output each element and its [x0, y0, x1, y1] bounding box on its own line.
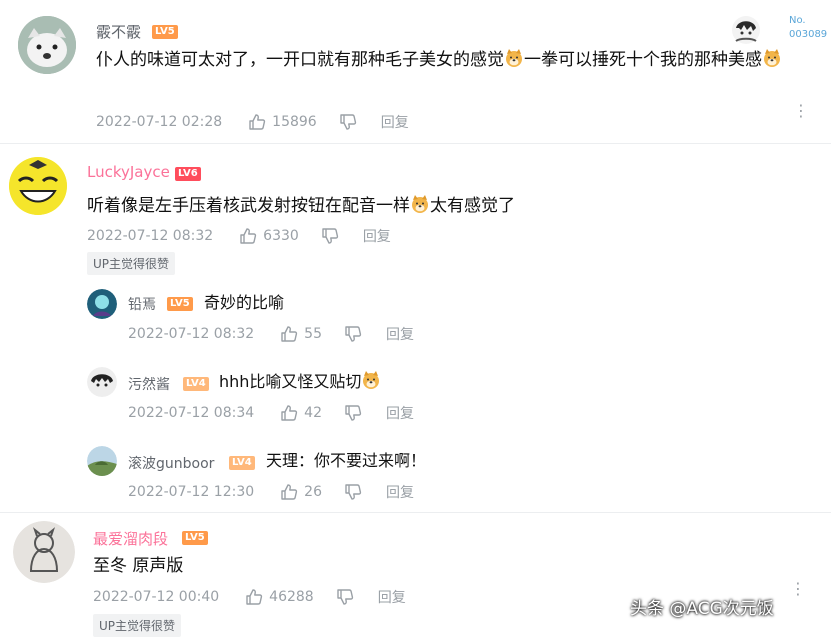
thumbs-down-icon — [344, 483, 362, 501]
thumbs-up-icon — [239, 227, 257, 245]
level-badge: LV4 — [183, 377, 209, 391]
watermark: 头条 @ACG次元饭 — [630, 599, 774, 619]
comment-text: 仆人的味道可太对了，一开口就有那种毛子美女的感觉 一拳可以捶死十个我的那种美感 — [96, 46, 811, 74]
comment-text: 天理：你不要过来啊！ — [266, 451, 427, 470]
dislike-button[interactable] — [321, 227, 339, 245]
avatar[interactable] — [87, 289, 117, 319]
comment-text-part: 太有感觉了 — [430, 196, 515, 216]
like-count: 6330 — [263, 228, 299, 244]
avatar[interactable] — [87, 446, 117, 476]
thumbs-down-icon — [321, 227, 339, 245]
dislike-button[interactable] — [344, 404, 362, 422]
comment-text: hhh比喻又怪又贴切 — [219, 368, 381, 396]
thumbs-down-icon — [344, 404, 362, 422]
thumbs-up-icon — [248, 113, 266, 131]
dislike-button[interactable] — [336, 588, 354, 606]
comment-meta: 2022-07-12 12:30 26 回复 — [128, 482, 414, 502]
like-button[interactable]: 46288 — [245, 588, 314, 606]
comment-text-part: 仆人的味道可太对了，一开口就有那种毛子美女的感觉 — [96, 50, 504, 70]
comment-meta: 2022-07-12 02:28 15896 回复 — [96, 112, 409, 132]
like-button[interactable]: 15896 — [248, 113, 317, 131]
doge-emoji-icon — [361, 370, 381, 390]
thumbs-down-icon — [336, 588, 354, 606]
thumbs-up-icon — [280, 325, 298, 343]
reply-button[interactable]: 回复 — [386, 403, 414, 423]
reply-button[interactable]: 回复 — [381, 112, 409, 132]
username[interactable]: 最爱溜肉段 — [93, 528, 168, 549]
up-liked-badge: UP主觉得很赞 — [93, 614, 182, 637]
reply-button[interactable]: 回复 — [378, 587, 406, 607]
dislike-button[interactable] — [344, 483, 362, 501]
timestamp: 2022-07-12 12:30 — [128, 484, 255, 500]
comment-meta: 2022-07-12 00:40 46288 回复 — [93, 587, 406, 607]
thumbs-down-icon — [339, 113, 357, 131]
avatar[interactable] — [13, 521, 75, 583]
username[interactable]: 霰不霰 — [96, 21, 141, 42]
comment-text-part: 听着像是左手压着核武发射按钮在配音一样 — [87, 196, 410, 216]
thumbs-up-icon — [280, 483, 298, 501]
comment-text: 至冬 原声版 — [93, 556, 184, 576]
like-count: 42 — [304, 405, 322, 421]
comment-text-part: hhh比喻又怪又贴切 — [219, 372, 362, 391]
like-count: 15896 — [272, 114, 317, 130]
reply-button[interactable]: 回复 — [386, 482, 414, 502]
avatar[interactable] — [18, 16, 76, 74]
thumbs-up-icon — [245, 588, 263, 606]
reply-button[interactable]: 回复 — [386, 324, 414, 344]
avatar[interactable] — [87, 367, 117, 397]
username[interactable]: 污然酱 — [128, 374, 170, 394]
comment-meta: 2022-07-12 08:32 6330 回复 — [87, 226, 391, 246]
timestamp: 2022-07-12 08:32 — [87, 228, 214, 244]
like-count: 26 — [304, 484, 322, 500]
thumbs-up-icon — [280, 404, 298, 422]
thumbs-down-icon — [344, 325, 362, 343]
like-button[interactable]: 6330 — [239, 227, 299, 245]
timestamp: 2022-07-12 08:34 — [128, 405, 255, 421]
doge-emoji-icon — [504, 48, 524, 68]
dislike-button[interactable] — [344, 325, 362, 343]
like-button[interactable]: 55 — [280, 325, 322, 343]
username[interactable]: 铅焉 — [128, 294, 156, 314]
more-options-icon[interactable]: ⋮ — [790, 581, 806, 597]
comment-meta: 2022-07-12 08:34 42 回复 — [128, 403, 414, 423]
comment-text: 奇妙的比喻 — [204, 293, 285, 312]
avatar[interactable] — [9, 157, 67, 215]
like-button[interactable]: 42 — [280, 404, 322, 422]
doge-emoji-icon — [410, 194, 430, 214]
doge-emoji-icon — [762, 48, 782, 68]
up-liked-badge: UP主觉得很赞 — [87, 252, 176, 275]
level-badge: LV5 — [167, 297, 193, 311]
level-badge: LV4 — [229, 456, 255, 470]
like-count: 55 — [304, 326, 322, 342]
reply-button[interactable]: 回复 — [363, 226, 391, 246]
corner-number: No. 003089 — [789, 14, 827, 42]
corner-avatar — [730, 14, 762, 46]
username[interactable]: 滚波gunboor — [128, 453, 214, 473]
like-count: 46288 — [269, 589, 314, 605]
more-options-icon[interactable]: ⋮ — [793, 103, 809, 119]
username[interactable]: LuckyJayce — [87, 163, 170, 181]
level-badge: LV5 — [152, 25, 178, 39]
comment-text-part: 一拳可以捶死十个我的那种美感 — [524, 50, 762, 70]
level-badge: LV6 — [175, 167, 201, 181]
timestamp: 2022-07-12 08:32 — [128, 326, 255, 342]
timestamp: 2022-07-12 00:40 — [93, 589, 220, 605]
divider — [0, 512, 831, 513]
like-button[interactable]: 26 — [280, 483, 322, 501]
corner-number-value: 003089 — [789, 29, 828, 40]
comment-meta: 2022-07-12 08:32 55 回复 — [128, 324, 414, 344]
level-badge: LV5 — [182, 531, 208, 545]
dislike-button[interactable] — [339, 113, 357, 131]
divider — [0, 143, 831, 144]
comment-text: 听着像是左手压着核武发射按钮在配音一样 太有感觉了 — [87, 192, 807, 220]
timestamp: 2022-07-12 02:28 — [96, 114, 223, 130]
corner-number-label: No. — [789, 15, 806, 26]
